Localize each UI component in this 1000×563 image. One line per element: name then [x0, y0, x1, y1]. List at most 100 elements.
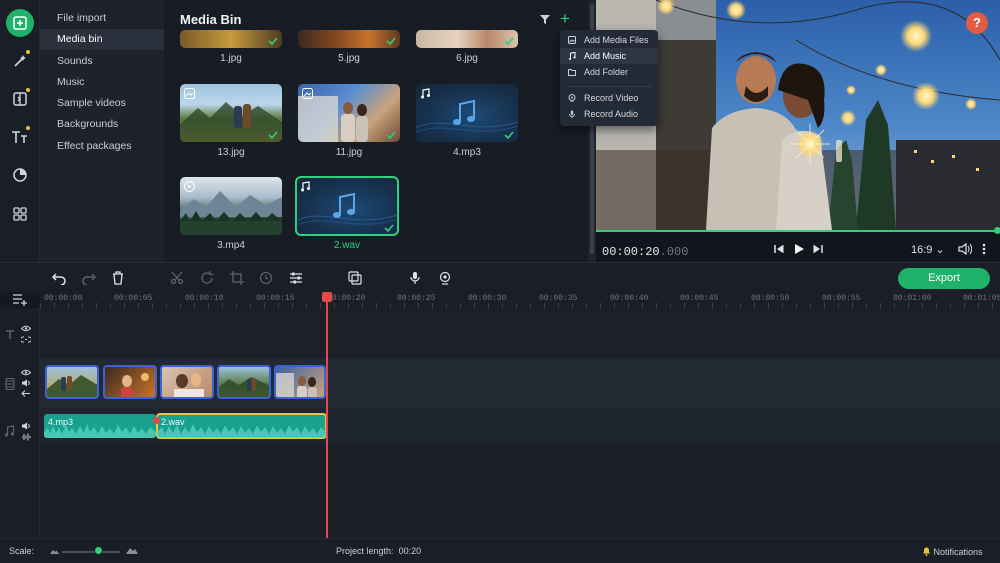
scale-slider-knob[interactable] [94, 546, 103, 555]
check-icon [504, 131, 514, 139]
media-tile-11-jpg[interactable] [298, 84, 400, 142]
magic-tool-button[interactable] [7, 48, 33, 74]
clip-thumbnail [47, 375, 97, 397]
video-clip[interactable] [274, 365, 326, 399]
scale-label: Scale: [9, 546, 35, 556]
media-tile-3-mp4[interactable] [180, 177, 282, 235]
scale-slider-track[interactable] [62, 551, 120, 553]
music-badge-icon [421, 88, 430, 99]
music-note-thumbnail [296, 192, 398, 226]
track-headers [0, 308, 40, 538]
category-music[interactable]: Music [40, 72, 164, 93]
audio-clip-2-wav[interactable]: 2.wav [156, 413, 327, 439]
visibility-eye-icon[interactable] [21, 325, 31, 332]
ruler-tick-label: 00:00:20 [327, 294, 366, 303]
next-frame-icon[interactable] [811, 243, 823, 255]
aspect-ratio-select[interactable]: 16:9 ⌄ [911, 243, 945, 256]
audio-keyframe-marker[interactable] [153, 417, 160, 424]
video-clip[interactable] [45, 365, 99, 399]
ruler-tick-label: 00:00:15 [256, 294, 295, 303]
more-tools-button[interactable] [7, 201, 33, 227]
category-list: File import Media bin Sounds Music Sampl… [40, 0, 164, 262]
timeline-ruler[interactable]: 00:00:00 00:00:05 00:00:10 00:00:15 00:0… [40, 292, 1000, 308]
trash-icon[interactable] [111, 271, 125, 285]
media-tile-2-wav[interactable] [295, 176, 399, 236]
add-media-plus-icon[interactable]: + [560, 10, 570, 27]
media-tile-label: 6.jpg [456, 53, 478, 64]
crop-icon[interactable] [230, 271, 244, 285]
titles-tool-button[interactable] [7, 124, 33, 150]
more-options-icon[interactable] [982, 243, 986, 255]
timecode-main: 00:00:20 [602, 245, 660, 259]
microphone-icon[interactable] [408, 271, 422, 285]
transitions-tool-button[interactable] [7, 86, 33, 112]
play-icon[interactable] [793, 243, 805, 255]
project-length: Project length: 00:20 [336, 546, 421, 556]
arrow-left-icon[interactable] [21, 390, 31, 397]
preview-progress-handle[interactable] [994, 227, 1000, 234]
category-file-import[interactable]: File import [40, 8, 164, 29]
music-note-thumbnail [416, 99, 518, 133]
webcam-icon[interactable] [438, 271, 452, 285]
category-sample-videos[interactable]: Sample videos [40, 93, 164, 114]
volume-icon[interactable] [21, 422, 31, 430]
playhead-handle[interactable] [322, 292, 332, 302]
filters-tool-button[interactable] [7, 162, 33, 188]
insert-media-icon[interactable] [348, 271, 362, 285]
import-tool-button[interactable] [6, 9, 34, 37]
category-backgrounds[interactable]: Backgrounds [40, 114, 164, 135]
chevron-down-icon: ⌄ [935, 244, 945, 256]
volume-icon[interactable] [21, 379, 31, 387]
preview-progress-bar[interactable] [596, 230, 1000, 232]
filter-icon[interactable] [540, 14, 550, 24]
video-clip[interactable] [160, 365, 214, 399]
zoom-in-mountain-icon[interactable] [126, 546, 138, 554]
scissors-icon[interactable] [170, 271, 184, 285]
menu-item-label: Add Music [584, 51, 627, 61]
check-icon [386, 131, 396, 139]
video-clip[interactable] [217, 365, 271, 399]
media-tile-label: 4.mp3 [453, 147, 481, 158]
volume-icon[interactable] [958, 243, 972, 255]
audio-waveform-icon[interactable] [21, 433, 31, 441]
zoom-out-mountain-icon[interactable] [50, 548, 59, 554]
media-tile-13-jpg[interactable] [180, 84, 282, 142]
undo-icon[interactable] [52, 271, 66, 285]
previous-frame-icon[interactable] [774, 243, 786, 255]
help-button[interactable]: ? [966, 12, 988, 34]
notifications-button[interactable]: Notifications [922, 546, 983, 557]
menu-record-video[interactable]: Record Video [560, 90, 658, 106]
image-icon [568, 36, 576, 44]
text-track[interactable] [40, 308, 1000, 358]
audio-clip-4-mp3[interactable]: 4.mp3 [44, 414, 156, 438]
media-tile-6-jpg[interactable] [416, 30, 518, 48]
media-tile-1-jpg[interactable] [180, 30, 282, 48]
menu-add-music[interactable]: Add Music [560, 48, 658, 64]
menu-record-audio[interactable]: Record Audio [560, 106, 658, 122]
music-badge-icon [301, 181, 310, 192]
category-effect-packages[interactable]: Effect packages [40, 136, 164, 157]
speed-icon[interactable] [259, 271, 273, 285]
text-track-icon [6, 330, 14, 339]
adjustments-icon[interactable] [289, 271, 303, 285]
clip-thumbnail [121, 373, 149, 397]
check-icon [384, 224, 394, 232]
tool-rail [0, 0, 40, 262]
menu-item-label: Record Video [584, 93, 639, 103]
redo-icon[interactable] [82, 271, 96, 285]
menu-add-media-files[interactable]: Add Media Files [560, 32, 658, 48]
video-clip[interactable] [103, 365, 157, 399]
media-tile-label: 1.jpg [220, 53, 242, 64]
link-icon[interactable] [21, 336, 31, 343]
category-sounds[interactable]: Sounds [40, 51, 164, 72]
rotate-icon[interactable] [200, 271, 214, 285]
menu-add-folder[interactable]: Add Folder [560, 64, 658, 80]
media-tile-5-jpg[interactable] [298, 30, 400, 48]
export-button[interactable]: Export [898, 268, 990, 289]
visibility-eye-icon[interactable] [21, 369, 31, 376]
category-media-bin[interactable]: Media bin [40, 29, 164, 50]
playhead[interactable] [326, 292, 328, 538]
media-tile-4-mp3[interactable] [416, 84, 518, 142]
mountain-photo-thumbnail [180, 102, 282, 142]
add-track-icon[interactable] [12, 292, 28, 306]
